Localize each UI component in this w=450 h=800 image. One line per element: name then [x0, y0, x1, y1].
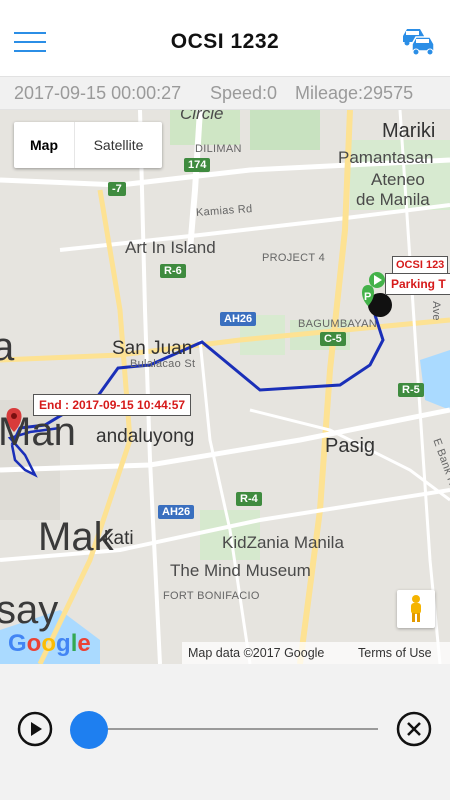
map-label-pasay: say	[0, 588, 59, 632]
map-label-manila-a: a	[0, 325, 15, 369]
vehicle-marker-label[interactable]: OCSI 123	[392, 256, 449, 274]
road-shield: AH26	[220, 312, 257, 326]
cars-icon[interactable]	[400, 26, 438, 58]
map-type-map-button[interactable]: Map	[14, 122, 74, 168]
status-bar: 2017-09-15 00:00:27 Speed:0 Mileage:2957…	[0, 76, 450, 110]
mileage-text: Mileage:29575	[295, 83, 414, 103]
map-label-project4: PROJECT 4	[262, 252, 326, 264]
svg-text:P: P	[364, 291, 371, 303]
map-type-satellite-button[interactable]: Satellite	[74, 122, 162, 168]
parking-marker-label[interactable]: Parking T	[385, 273, 450, 295]
road-shield: C-5	[320, 332, 346, 346]
road-shield: -7	[108, 182, 126, 196]
road-shield: 174	[184, 158, 211, 172]
map-label-bagumbayan: BAGUMBAYAN	[298, 318, 377, 330]
map-label-makati: Mak	[38, 515, 114, 559]
datetime-text: 2017-09-15 00:00:27	[14, 83, 182, 103]
map-label-kati: kati	[104, 528, 134, 549]
app-header: OCSI 1232	[0, 0, 450, 76]
terms-of-use-link[interactable]: Terms of Use	[358, 646, 432, 660]
map-data-text: Map data ©2017 Google	[188, 646, 325, 660]
google-logo: Google	[8, 630, 91, 657]
map-label-circle: Circle	[180, 110, 224, 123]
map-label-ave: Ave	[429, 301, 442, 321]
street-view-pegman-icon[interactable]	[397, 590, 435, 628]
playback-controls	[0, 664, 450, 800]
close-icon[interactable]	[396, 711, 432, 747]
map-label-man: Man	[0, 410, 76, 454]
map-label-kidzania: KidZania Manila	[222, 533, 344, 552]
map-type-control: Map Satellite	[14, 122, 162, 168]
playback-slider-thumb[interactable]	[70, 711, 108, 749]
road-shield: R-5	[398, 383, 424, 397]
map-label-marikina: Mariki	[382, 120, 436, 142]
map-label-de-manila: de Manila	[356, 190, 430, 209]
map-label-bulalacao: Bulalacao St	[130, 358, 196, 370]
map-label-mandaluyong: andaluyong	[96, 426, 195, 447]
map-label-ateneo: Ateneo	[371, 170, 425, 189]
map-label-pamantasan: Pamantasan	[338, 148, 434, 167]
map-attribution: Map data ©2017 Google Terms of Use	[182, 642, 450, 664]
play-icon[interactable]	[17, 711, 53, 747]
map-label-mind-museum: The Mind Museum	[170, 561, 311, 580]
map-label-diliman: DILIMAN	[195, 143, 242, 155]
road-shield: R-6	[160, 264, 186, 278]
page-title: OCSI 1232	[170, 30, 280, 53]
map-label-art-in-island: Art In Island	[125, 238, 216, 257]
road-shield: R-4	[236, 492, 262, 506]
map-view[interactable]: P Circle DILIMAN Mariki Pamantasan Atene…	[0, 110, 450, 664]
road-shield: AH26	[158, 505, 195, 519]
playback-track[interactable]	[88, 728, 378, 730]
speed-text: Speed:0	[210, 83, 278, 103]
map-label-san-juan: San Juan	[112, 338, 193, 359]
map-label-pasig: Pasig	[325, 435, 376, 457]
map-label-fort-bonifacio: FORT BONIFACIO	[163, 590, 260, 602]
end-marker-label[interactable]: End : 2017-09-15 10:44:57	[33, 394, 192, 416]
